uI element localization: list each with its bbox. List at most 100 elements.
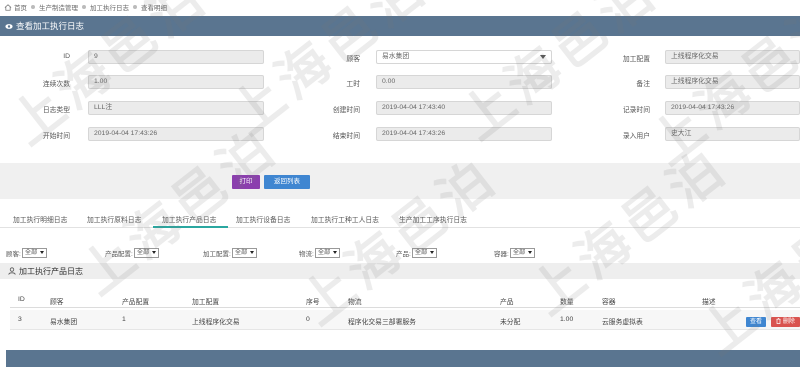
field-id: 9 xyxy=(88,50,264,64)
chevron-down-icon xyxy=(152,250,157,254)
field-label-record-time: 记录时间 xyxy=(622,107,650,114)
panel-header: 查看加工执行日志 xyxy=(0,16,800,36)
field-label-id: ID xyxy=(63,53,70,60)
breadcrumb-home[interactable]: 首页 xyxy=(14,2,27,12)
field-label-hours: 工时 xyxy=(346,81,360,88)
table-cell: 3 xyxy=(18,316,22,323)
field-label-start-time: 开始时间 xyxy=(42,133,70,140)
customer-select[interactable]: 易水集团 xyxy=(376,50,552,64)
breadcrumb-separator xyxy=(82,5,86,9)
field-process-config: 上线程序化交易 xyxy=(665,50,800,64)
table-header: ID 顾客 产品配置 加工配置 序号 物流 产品 数量 容器 描述 xyxy=(10,292,800,308)
filter-label: 物流: xyxy=(299,251,314,258)
filter-value: 全部 xyxy=(317,249,331,256)
filter-process-config: 加工配置: 全部 xyxy=(203,248,258,258)
column-header: 产品配置 xyxy=(122,299,150,306)
field-count: 1.00 xyxy=(88,75,264,89)
filter-value: 全部 xyxy=(414,249,428,256)
table-cell: 1 xyxy=(122,316,126,323)
filter-label: 加工配置: xyxy=(203,251,231,258)
field-created-time: 2019-04-04 17:43:40 xyxy=(376,101,552,115)
chevron-down-icon xyxy=(40,250,45,254)
breadcrumb-log[interactable]: 加工执行日志 xyxy=(90,2,129,12)
field-end-time: 2019-04-04 17:43:26 xyxy=(376,127,552,141)
tab-material-log[interactable]: 加工执行原料日志 xyxy=(87,214,141,224)
section-title: 加工执行产品日志 xyxy=(19,266,83,276)
column-header: 产品 xyxy=(500,299,514,306)
print-button[interactable]: 打印 xyxy=(232,175,260,189)
eye-icon xyxy=(5,23,13,29)
field-remark: 上线程序化交易 xyxy=(665,75,800,89)
table-cell: 程序化交易三部署服务 xyxy=(348,319,416,326)
field-label-created-time: 创建时间 xyxy=(332,107,360,114)
field-label-end-time: 结束时间 xyxy=(332,133,360,140)
filter-container-select[interactable]: 全部 xyxy=(509,248,536,258)
field-label-customer: 顾客 xyxy=(346,56,360,63)
filter-logistics-select[interactable]: 全部 xyxy=(314,248,341,258)
column-header: 物流 xyxy=(348,299,362,306)
table-cell: 1.00 xyxy=(560,316,574,323)
column-header: 序号 xyxy=(306,299,320,306)
filter-value: 全部 xyxy=(234,249,248,256)
breadcrumb-production[interactable]: 生产制造管理 xyxy=(39,2,78,12)
table-cell: 未分配 xyxy=(500,319,521,326)
user-icon xyxy=(8,267,16,275)
field-label-remark: 备注 xyxy=(636,81,650,88)
delete-button[interactable]: 删除 xyxy=(771,317,800,327)
tab-product-log[interactable]: 加工执行产品日志 xyxy=(162,214,216,224)
tab-bar: 加工执行明细日志 加工执行原料日志 加工执行产品日志 加工执行设备日志 加工执行… xyxy=(0,208,800,228)
back-to-list-button[interactable]: 返回列表 xyxy=(264,175,310,189)
field-label-count: 连续次数 xyxy=(42,81,70,88)
tab-worker-log[interactable]: 加工执行工种工人日志 xyxy=(311,214,379,224)
filter-customer-select[interactable]: 全部 xyxy=(21,248,48,258)
filter-value: 全部 xyxy=(24,249,38,256)
column-header: 描述 xyxy=(702,299,716,306)
page-title: 查看加工执行日志 xyxy=(16,21,85,31)
column-header: ID xyxy=(18,296,25,303)
column-header: 顾客 xyxy=(50,299,64,306)
column-header: 数量 xyxy=(560,299,574,306)
filter-value: 全部 xyxy=(136,249,150,256)
field-label-process-config: 加工配置 xyxy=(622,56,650,63)
customer-select-value: 易水集团 xyxy=(382,53,410,60)
filter-label: 产品: xyxy=(396,251,411,258)
filter-logistics: 物流: 全部 xyxy=(299,248,341,258)
filter-container: 容器: 全部 xyxy=(494,248,536,258)
trash-icon xyxy=(776,318,781,324)
column-header: 加工配置 xyxy=(192,299,220,306)
field-entry-user: 史大江 xyxy=(665,127,800,141)
action-bar xyxy=(0,163,800,199)
filter-label: 顾客: xyxy=(6,251,21,258)
section-header: 加工执行产品日志 xyxy=(0,263,800,279)
home-icon[interactable] xyxy=(4,3,12,11)
table-cell: 易水集团 xyxy=(50,319,78,326)
filter-customer: 顾客: 全部 xyxy=(6,248,48,258)
column-header: 容器 xyxy=(602,299,616,306)
filter-value: 全部 xyxy=(512,249,526,256)
active-tab-indicator xyxy=(153,226,228,228)
field-hours: 0.00 xyxy=(376,75,552,89)
footer-bar xyxy=(6,350,800,367)
table-cell: 上线程序化交易 xyxy=(192,319,240,326)
tab-process-log[interactable]: 生产加工工序执行日志 xyxy=(399,214,467,224)
filter-product-config: 产品配置: 全部 xyxy=(105,248,160,258)
filter-label: 容器: xyxy=(494,251,509,258)
field-label-log-type: 日志类型 xyxy=(42,107,70,114)
filter-product: 产品: 全部 xyxy=(396,248,438,258)
breadcrumb-current: 查看明细 xyxy=(141,5,167,12)
tab-equipment-log[interactable]: 加工执行设备日志 xyxy=(236,214,290,224)
breadcrumb-separator xyxy=(31,5,35,9)
tab-detail-log[interactable]: 加工执行明细日志 xyxy=(13,214,67,224)
field-log-type: LLL注 xyxy=(88,101,264,115)
chevron-down-icon xyxy=(540,55,546,59)
breadcrumb: 首页 生产制造管理 加工执行日志 查看明细 xyxy=(0,0,800,14)
field-record-time: 2019-04-04 17:43:26 xyxy=(665,101,800,115)
table-cell: 0 xyxy=(306,316,310,323)
filter-process-config-select[interactable]: 全部 xyxy=(231,248,258,258)
chevron-down-icon xyxy=(250,250,255,254)
view-button[interactable]: 查看 xyxy=(746,317,766,327)
filter-product-config-select[interactable]: 全部 xyxy=(133,248,160,258)
delete-button-label: 删除 xyxy=(782,319,795,325)
chevron-down-icon xyxy=(528,250,533,254)
filter-product-select[interactable]: 全部 xyxy=(411,248,438,258)
